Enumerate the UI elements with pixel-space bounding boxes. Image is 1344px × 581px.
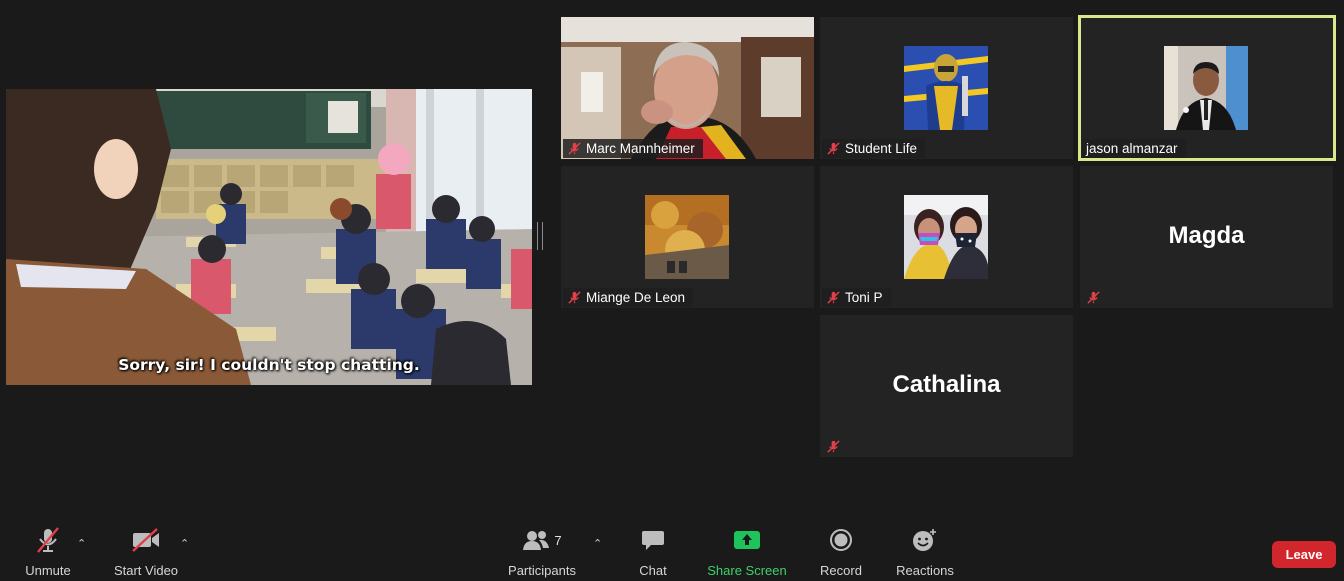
participants-button[interactable]: 7 Participants — [506, 523, 578, 581]
participant-name-tag — [1082, 288, 1105, 307]
participant-name-tag: Toni P — [822, 288, 891, 307]
shared-screen-view[interactable]: Sorry, sir! I couldn't stop chatting. — [6, 89, 532, 385]
participant-tile-student-life[interactable]: Student Life — [820, 17, 1073, 159]
participant-name-tag: Marc Mannheimer — [563, 139, 703, 158]
share-screen-button[interactable]: Share Screen — [705, 523, 789, 581]
record-icon — [830, 529, 852, 551]
participant-tile-miange[interactable]: Miange De Leon — [561, 166, 814, 308]
participant-tile-magda[interactable]: Magda — [1080, 166, 1333, 308]
participant-name-tag — [822, 437, 845, 456]
reactions-button[interactable]: Reactions — [893, 523, 957, 581]
participant-tile-cathalina[interactable]: Cathalina — [820, 315, 1073, 457]
audio-options-caret[interactable]: ⌃ — [77, 537, 86, 550]
participant-name: Student Life — [845, 141, 918, 156]
meeting-toolbar: Unmute ⌃ Start Video ⌃ 7 Participants ⌃ — [0, 523, 1344, 581]
participants-count: 7 — [554, 532, 562, 548]
participants-options-caret[interactable]: ⌃ — [593, 537, 602, 550]
leave-meeting-button[interactable]: Leave — [1272, 541, 1336, 568]
participant-avatar — [904, 195, 988, 279]
share-screen-label: Share Screen — [707, 563, 787, 578]
chat-label: Chat — [639, 563, 667, 578]
participants-label: Participants — [508, 563, 576, 578]
record-button[interactable]: Record — [816, 523, 866, 581]
reactions-label: Reactions — [896, 563, 954, 578]
video-off-icon — [132, 528, 159, 552]
participant-name: Marc Mannheimer — [586, 141, 695, 156]
knight-mascot-image — [904, 46, 988, 130]
video-options-caret[interactable]: ⌃ — [180, 537, 189, 550]
participant-name-tag: jason almanzar — [1082, 139, 1186, 158]
mic-muted-icon — [827, 291, 840, 304]
splitter-handle[interactable] — [537, 222, 543, 250]
video-subtitle: Sorry, sir! I couldn't stop chatting. — [118, 356, 420, 374]
mic-muted-icon — [37, 527, 59, 553]
toni-selfie-image — [904, 195, 988, 279]
participant-avatar — [1164, 46, 1248, 130]
participant-tile-jason-active-speaker[interactable]: jason almanzar — [1078, 15, 1336, 161]
participant-display-name: Cathalina — [892, 371, 1001, 398]
participant-name: jason almanzar — [1086, 141, 1178, 156]
anime-classroom-frame — [6, 89, 532, 385]
participant-name-tag: Miange De Leon — [563, 288, 694, 307]
share-screen-icon — [734, 531, 760, 549]
mic-muted-icon — [568, 291, 581, 304]
start-video-button[interactable]: Start Video — [110, 523, 182, 581]
participant-name-tag: Student Life — [822, 139, 926, 158]
chat-icon — [642, 531, 664, 550]
participant-display-name: Magda — [1168, 222, 1245, 249]
participants-icon — [523, 531, 550, 550]
mic-muted-icon — [568, 142, 581, 155]
participant-tile-toni[interactable]: Toni P — [820, 166, 1073, 308]
mic-muted-icon — [1087, 291, 1100, 304]
participant-name: Miange De Leon — [586, 290, 686, 305]
participant-name: Toni P — [845, 290, 883, 305]
reactions-emoji-icon — [913, 529, 936, 551]
unmute-button[interactable]: Unmute — [20, 523, 76, 581]
autumn-landscape-image — [645, 195, 729, 279]
unmute-label: Unmute — [25, 563, 71, 578]
chat-button[interactable]: Chat — [630, 523, 676, 581]
participant-avatar — [645, 195, 729, 279]
participant-video-marc — [561, 17, 814, 159]
start-video-label: Start Video — [113, 563, 179, 578]
participant-avatar — [904, 46, 988, 130]
mic-muted-icon — [827, 142, 840, 155]
record-label: Record — [820, 563, 862, 578]
participant-tile-marc[interactable]: Marc Mannheimer — [561, 17, 814, 159]
jason-photo — [1164, 46, 1248, 130]
mic-muted-icon — [827, 440, 840, 453]
